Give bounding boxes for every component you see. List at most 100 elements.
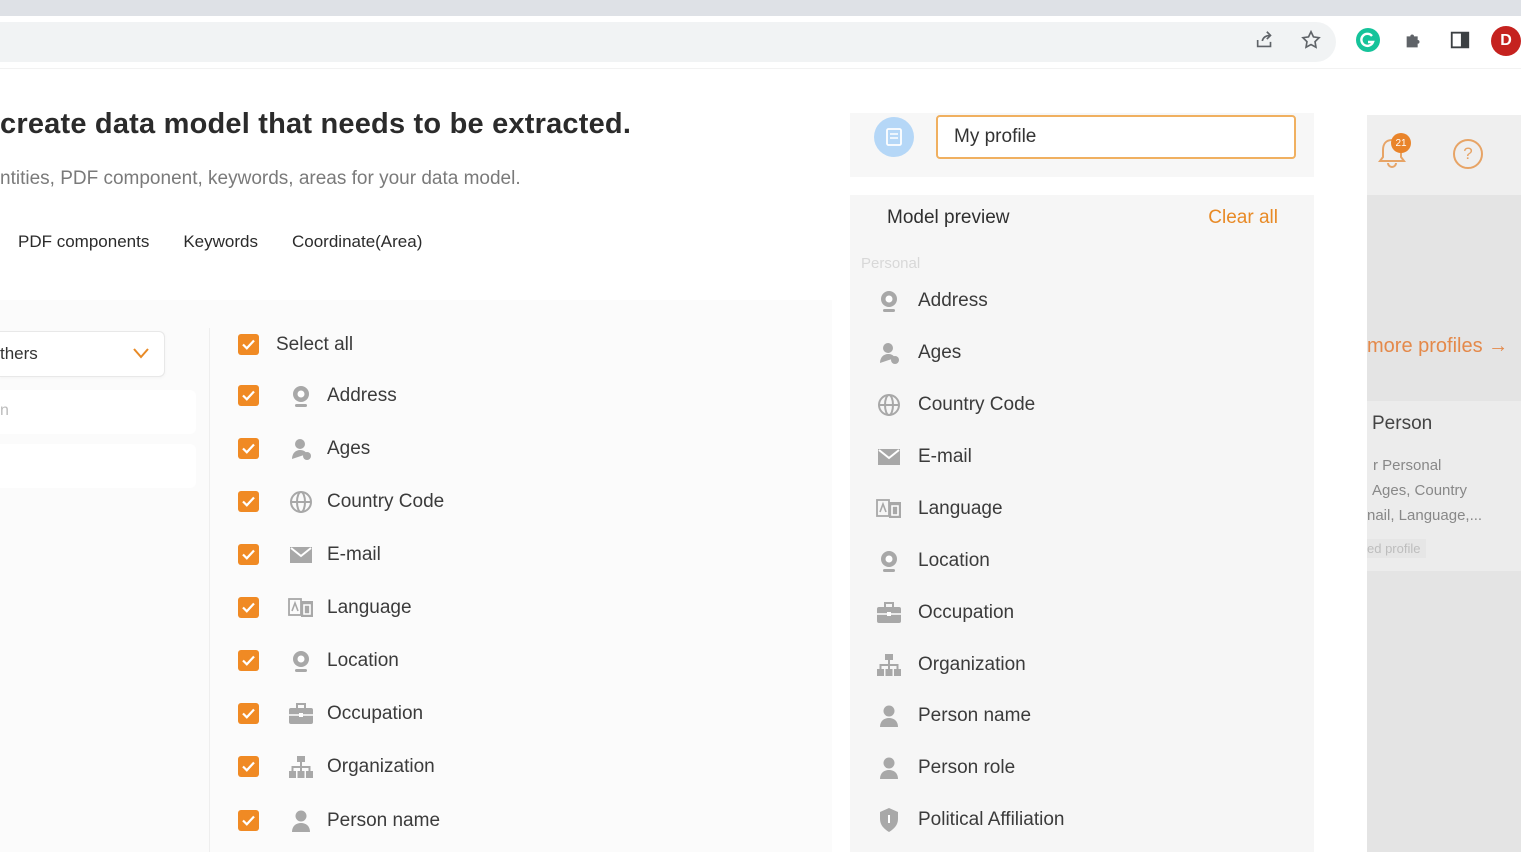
person-icon: [288, 808, 314, 834]
desc-line: r Personal: [1373, 457, 1442, 474]
filter-list-item[interactable]: [0, 444, 196, 488]
briefcase-icon: [874, 598, 904, 628]
page-subtitle: ntities, PDF component, keywords, areas …: [0, 168, 521, 189]
clear-all-button[interactable]: Clear all: [1208, 207, 1278, 229]
language-icon: [874, 494, 904, 524]
preview-item-label: Person role: [918, 757, 1016, 778]
entity-row-address[interactable]: Address: [238, 369, 397, 422]
preview-item-location: Location: [874, 535, 990, 587]
bookmark-star-icon[interactable]: [1297, 26, 1325, 54]
preview-item-address: Address: [874, 275, 988, 327]
chevron-down-icon: [132, 345, 150, 366]
entity-row-country-code[interactable]: Country Code: [238, 475, 444, 528]
preview-item-label: E-mail: [918, 446, 972, 467]
entity-checkbox[interactable]: [238, 491, 259, 512]
share-icon[interactable]: [1251, 26, 1279, 54]
entity-checkbox[interactable]: [238, 597, 259, 618]
entity-checkbox[interactable]: [238, 544, 259, 565]
entity-label: Occupation: [327, 702, 424, 724]
entity-checkbox[interactable]: [238, 650, 259, 671]
tab-pdf-components[interactable]: PDF components: [18, 232, 149, 252]
overlay-side-panel: 21 ? more profiles → Person r Personal Ag…: [1367, 115, 1521, 852]
entity-label: Address: [327, 384, 397, 406]
desc-line: Ages, Country: [1372, 482, 1468, 499]
preview-item-occupation: Occupation: [874, 587, 1014, 639]
language-icon: [288, 595, 314, 621]
entity-row-email[interactable]: E-mail: [238, 528, 381, 581]
preview-item-person-name: Person name: [874, 690, 1031, 742]
page-title: create data model that needs to be extra…: [0, 108, 632, 140]
entity-label: Country Code: [327, 490, 445, 512]
globe-icon: [288, 489, 314, 515]
entity-checkbox[interactable]: [238, 385, 259, 406]
entity-label: Location: [327, 649, 399, 671]
entity-row-person-name[interactable]: Person name: [238, 794, 440, 847]
location-pin-icon: [874, 546, 904, 576]
org-chart-icon: [874, 650, 904, 680]
person-card-title: Person: [1372, 413, 1433, 434]
preview-item-ages: Ages: [874, 327, 961, 379]
entity-label: Language: [327, 596, 412, 618]
select-all-label: Select all: [276, 333, 354, 355]
browser-toolbar: [0, 16, 1521, 69]
briefcase-icon: [288, 701, 314, 727]
desc-line: nail, Language,...: [1367, 507, 1483, 524]
extensions-puzzle-icon[interactable]: [1400, 26, 1428, 54]
preview-group-label: Personal: [861, 255, 921, 272]
side-panel-icon[interactable]: [1446, 26, 1474, 54]
person-card-tag: ed profile: [1367, 539, 1427, 558]
entity-checkbox[interactable]: [238, 810, 259, 831]
select-all-row[interactable]: Select all: [238, 318, 353, 371]
entity-row-ages[interactable]: Ages: [238, 422, 370, 475]
preview-item-organization: Organization: [874, 639, 1026, 691]
person-profile-card[interactable]: Person r Personal Ages, Country nail, Lang…: [1367, 401, 1521, 571]
select-all-checkbox[interactable]: [238, 334, 259, 355]
preview-item-label: Address: [918, 290, 988, 311]
panel-divider: [209, 328, 210, 852]
mail-icon: [288, 542, 314, 568]
profile-avatar[interactable]: D: [1491, 26, 1521, 56]
preview-item-person-role: Person role: [874, 742, 1015, 794]
model-preview-title: Model preview: [887, 207, 1010, 228]
address-bar[interactable]: [0, 22, 1336, 62]
preview-item-label: Political Affiliation: [918, 809, 1065, 830]
person-age-icon: [874, 338, 904, 368]
app-header-actions: 21 ?: [1367, 115, 1521, 195]
preview-item-country-code: Country Code: [874, 379, 1035, 431]
tab-coordinate-area[interactable]: Coordinate(Area): [292, 232, 422, 252]
model-preview-panel: Model preview Clear all Personal Address…: [850, 195, 1314, 852]
entity-label: Organization: [327, 755, 435, 777]
person-icon: [874, 753, 904, 783]
help-icon[interactable]: ?: [1453, 139, 1483, 169]
entity-row-location[interactable]: Location: [238, 634, 399, 687]
entity-row-occupation[interactable]: Occupation: [238, 687, 423, 740]
entity-label: E-mail: [327, 543, 381, 565]
preview-item-label: Occupation: [918, 602, 1015, 623]
entity-checkbox[interactable]: [238, 756, 259, 777]
location-pin-icon: [288, 383, 314, 409]
grammarly-extension-icon[interactable]: [1354, 26, 1382, 54]
preview-item-language: Language: [874, 483, 1003, 535]
notification-count-badge: 21: [1391, 133, 1411, 153]
profile-name-card: [850, 113, 1314, 177]
more-profiles-link[interactable]: more profiles →: [1367, 335, 1508, 358]
profile-name-input[interactable]: [936, 115, 1296, 159]
entity-search-input[interactable]: n: [0, 390, 196, 434]
mail-icon: [874, 442, 904, 472]
dropdown-value: thers: [0, 344, 38, 363]
location-pin-icon: [288, 648, 314, 674]
category-dropdown[interactable]: thers: [0, 331, 165, 377]
globe-icon: [874, 390, 904, 420]
preview-item-label: Person name: [918, 705, 1032, 726]
entity-row-language[interactable]: Language: [238, 581, 412, 634]
tab-keywords[interactable]: Keywords: [183, 232, 258, 252]
org-chart-icon: [288, 754, 314, 780]
entity-label: Ages: [327, 437, 371, 459]
location-pin-icon: [874, 286, 904, 316]
source-tabs: PDF components Keywords Coordinate(Area): [18, 232, 422, 252]
preview-item-label: Location: [918, 550, 990, 571]
entity-checkbox[interactable]: [238, 438, 259, 459]
entity-checkbox[interactable]: [238, 703, 259, 724]
entity-row-organization[interactable]: Organization: [238, 740, 435, 793]
profile-document-icon: [874, 117, 914, 157]
